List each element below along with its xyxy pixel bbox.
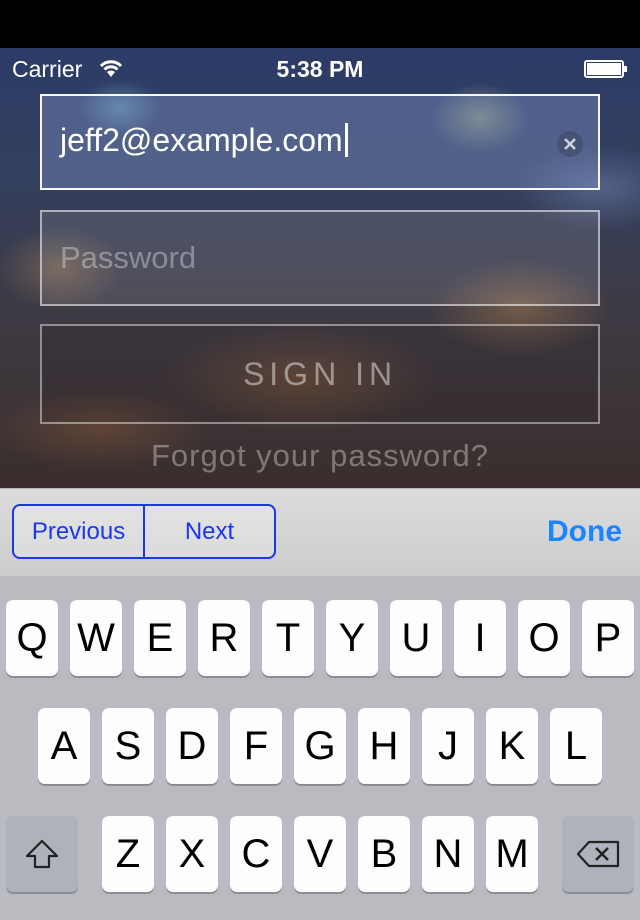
top-black-bar <box>0 0 640 48</box>
sign-in-button[interactable]: SIGN IN <box>40 324 600 424</box>
key-c[interactable]: C <box>230 816 282 892</box>
password-placeholder: Password <box>60 240 197 275</box>
sign-in-label: SIGN IN <box>242 356 398 392</box>
next-button[interactable]: Next <box>143 506 274 557</box>
key-s[interactable]: S <box>102 708 154 784</box>
key-q[interactable]: Q <box>6 600 58 676</box>
shift-icon <box>25 839 59 869</box>
key-u[interactable]: U <box>390 600 442 676</box>
key-z[interactable]: Z <box>102 816 154 892</box>
clock: 5:38 PM <box>276 56 364 82</box>
key-t[interactable]: T <box>262 600 314 676</box>
forgot-password-link[interactable]: Forgot your password? <box>0 438 640 474</box>
email-field[interactable]: jeff2@example.com <box>40 94 600 190</box>
key-g[interactable]: G <box>294 708 346 784</box>
key-d[interactable]: D <box>166 708 218 784</box>
done-button[interactable]: Done <box>547 515 622 549</box>
key-v[interactable]: V <box>294 816 346 892</box>
key-h[interactable]: H <box>358 708 410 784</box>
backspace-icon <box>576 840 620 868</box>
key-j[interactable]: J <box>422 708 474 784</box>
keyboard-accessory-bar: Previous Next Done <box>0 488 640 577</box>
key-r[interactable]: R <box>198 600 250 676</box>
battery-icon <box>584 60 627 78</box>
previous-button[interactable]: Previous <box>14 506 143 557</box>
key-i[interactable]: I <box>454 600 506 676</box>
key-f[interactable]: F <box>230 708 282 784</box>
keyboard: Q W E R T Y U I O P A S D F G H J K L Z … <box>0 576 640 920</box>
key-n[interactable]: N <box>422 816 474 892</box>
key-o[interactable]: O <box>518 600 570 676</box>
key-w[interactable]: W <box>70 600 122 676</box>
key-k[interactable]: K <box>486 708 538 784</box>
status-bar: Carrier 5:38 PM <box>0 48 640 88</box>
password-field[interactable]: Password <box>40 210 600 306</box>
email-value: jeff2@example.com <box>60 122 343 158</box>
previous-next-segment: Previous Next <box>12 504 276 559</box>
text-caret <box>344 123 348 157</box>
key-e[interactable]: E <box>134 600 186 676</box>
key-x[interactable]: X <box>166 816 218 892</box>
key-a[interactable]: A <box>38 708 90 784</box>
key-y[interactable]: Y <box>326 600 378 676</box>
backspace-key[interactable] <box>562 816 634 892</box>
key-m[interactable]: M <box>486 816 538 892</box>
shift-key[interactable] <box>6 816 78 892</box>
clear-text-icon[interactable] <box>556 130 584 158</box>
key-p[interactable]: P <box>582 600 634 676</box>
key-b[interactable]: B <box>358 816 410 892</box>
key-l[interactable]: L <box>550 708 602 784</box>
